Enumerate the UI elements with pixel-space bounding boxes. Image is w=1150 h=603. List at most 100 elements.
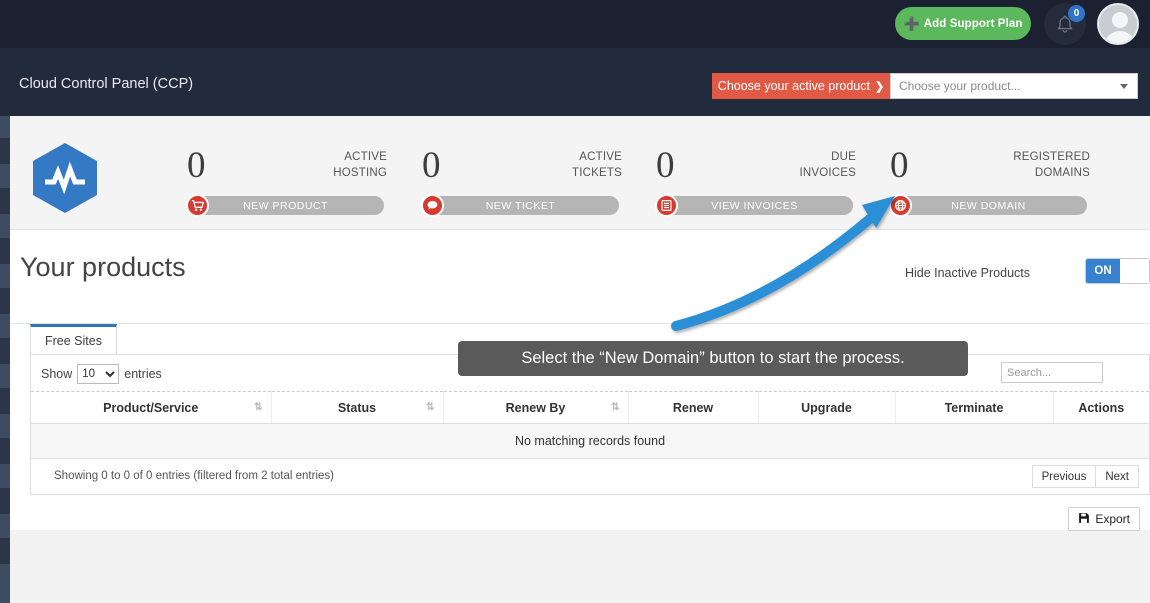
empty-message: No matching records found [31, 423, 1149, 459]
product-select[interactable]: Choose your product... [890, 73, 1138, 99]
stat-active-hosting: 0 ACTIVE HOSTING NEW PRODUCT [186, 143, 387, 217]
view-invoices-button[interactable]: VIEW INVOICES [655, 194, 853, 217]
products-panel: Your products Hide Inactive Products ON … [10, 230, 1150, 531]
datatable-info: Showing 0 to 0 of 0 entries (filtered fr… [54, 470, 334, 482]
column-label: Status [337, 400, 377, 415]
column-actions[interactable]: Actions [1052, 391, 1149, 424]
tab-free-sites[interactable]: Free Sites [30, 324, 117, 354]
left-rail-segment [0, 388, 10, 414]
avatar-body [1104, 31, 1136, 43]
hide-inactive-toggle[interactable]: ON [1085, 258, 1150, 284]
next-page-button[interactable]: Next [1096, 465, 1139, 488]
column-status[interactable]: Status ⇅ [270, 391, 443, 424]
products-heading: Your products [20, 252, 186, 282]
plus-icon: ➕ [903, 16, 920, 31]
sort-icon: ⇅ [254, 401, 262, 413]
table-body: No matching records found [31, 423, 1149, 459]
table-head: Product/Service ⇅ Status ⇅ Renew By ⇅ Re… [31, 391, 1149, 424]
invoice-list-icon [655, 194, 678, 217]
export-label: Export [1095, 512, 1130, 526]
stat-label-line2: INVOICES [799, 167, 856, 179]
instruction-callout-text: Select the “New Domain” button to start … [521, 349, 905, 367]
page-length-select[interactable]: 10 25 50 100 [77, 364, 120, 384]
column-renew[interactable]: Renew [627, 391, 758, 424]
column-product-service[interactable]: Product/Service ⇅ [31, 391, 271, 424]
stats-strip: 0 ACTIVE HOSTING NEW PRODUCT 0 ACTIVE TI… [10, 116, 1150, 316]
column-upgrade[interactable]: Upgrade [757, 391, 895, 424]
stat-label: DUE INVOICES [799, 149, 856, 181]
caret-down-icon [1120, 83, 1128, 89]
chevron-right-icon: ❯ [874, 80, 885, 93]
stat-count: 0 [187, 145, 206, 186]
hide-inactive-label: Hide Inactive Products [904, 266, 1030, 280]
save-disk-icon [1078, 512, 1090, 527]
instruction-callout: Select the “New Domain” button to start … [458, 341, 968, 376]
globe-icon [889, 194, 912, 217]
column-label: Renew By [505, 400, 566, 415]
stat-label-line2: TICKETS [572, 167, 622, 179]
new-ticket-label: NEW TICKET [485, 199, 556, 212]
tab-free-sites-label: Free Sites [45, 333, 102, 348]
stat-count: 0 [422, 145, 441, 186]
column-terminate[interactable]: Terminate [894, 391, 1053, 424]
sort-icon: ⇅ [611, 401, 619, 413]
stat-label-line2: HOSTING [333, 167, 387, 179]
left-rail [0, 116, 10, 603]
new-domain-label: NEW DOMAIN [951, 199, 1026, 212]
pagination: Previous Next [1031, 465, 1139, 488]
column-label: Upgrade [801, 400, 852, 415]
stat-registered-domains: 0 REGISTERED DOMAINS NEW DOMAIN [889, 143, 1090, 217]
avatar-head [1112, 12, 1128, 28]
add-support-plan-label: Add Support Plan [923, 17, 1023, 30]
datatable-footer: Showing 0 to 0 of 0 entries (filtered fr… [31, 459, 1149, 495]
left-rail-segment [0, 538, 10, 564]
stat-label-line1: ACTIVE [579, 151, 622, 163]
new-domain-button[interactable]: NEW DOMAIN [889, 194, 1087, 217]
top-utility-bar: ➕ Add Support Plan 0 [0, 0, 1150, 48]
stat-count: 0 [656, 145, 675, 186]
products-table: Product/Service ⇅ Status ⇅ Renew By ⇅ Re… [31, 391, 1149, 459]
new-ticket-button[interactable]: NEW TICKET [421, 194, 619, 217]
left-rail-segment [0, 288, 10, 314]
avatar[interactable] [1097, 3, 1139, 45]
stat-label-line1: REGISTERED [1013, 151, 1090, 163]
left-rail-segment [0, 488, 10, 514]
export-button[interactable]: Export [1068, 507, 1140, 531]
toggle-knob [1120, 259, 1149, 283]
sort-icon: ⇅ [426, 401, 434, 413]
search-input[interactable] [1001, 362, 1103, 383]
notification-count-badge: 0 [1068, 5, 1085, 22]
entries-label: entries [124, 367, 162, 381]
previous-page-button[interactable]: Previous [1031, 465, 1097, 488]
stat-label-line1: ACTIVE [344, 151, 387, 163]
column-label: Actions [1078, 400, 1125, 415]
stat-label: REGISTERED DOMAINS [1013, 149, 1090, 181]
page-length-control: Show 10 25 50 100 entries [41, 364, 162, 384]
new-product-button[interactable]: NEW PRODUCT [186, 194, 384, 217]
column-label: Renew [672, 400, 714, 415]
show-label: Show [41, 367, 73, 381]
choose-active-product-label: Choose your active product [717, 79, 870, 93]
left-rail-segment [0, 138, 10, 164]
stat-label: ACTIVE HOSTING [333, 149, 387, 181]
table-row-empty: No matching records found [31, 423, 1149, 459]
stat-label-line2: DOMAINS [1034, 167, 1090, 179]
product-select-placeholder: Choose your product... [899, 79, 1021, 93]
toggle-state-label: ON [1086, 259, 1120, 283]
left-rail-segment [0, 188, 10, 214]
new-product-label: NEW PRODUCT [243, 199, 328, 212]
column-label: Product/Service [103, 400, 199, 415]
left-rail-segment [0, 338, 10, 364]
choose-active-product-button[interactable]: Choose your active product ❯ [712, 73, 890, 99]
stat-label: ACTIVE TICKETS [572, 149, 622, 181]
shopping-cart-icon [186, 194, 209, 217]
page-title: Cloud Control Panel (CCP) [19, 76, 194, 92]
stat-count: 0 [890, 145, 909, 186]
chat-bubble-icon [421, 194, 444, 217]
hexagon-pulse-logo [28, 141, 102, 215]
column-label: Terminate [944, 400, 1004, 415]
left-rail-segment [0, 238, 10, 264]
column-renew-by[interactable]: Renew By ⇅ [442, 391, 628, 424]
stat-due-invoices: 0 DUE INVOICES VIEW INVOICES [655, 143, 856, 217]
add-support-plan-button[interactable]: ➕ Add Support Plan [895, 7, 1031, 40]
